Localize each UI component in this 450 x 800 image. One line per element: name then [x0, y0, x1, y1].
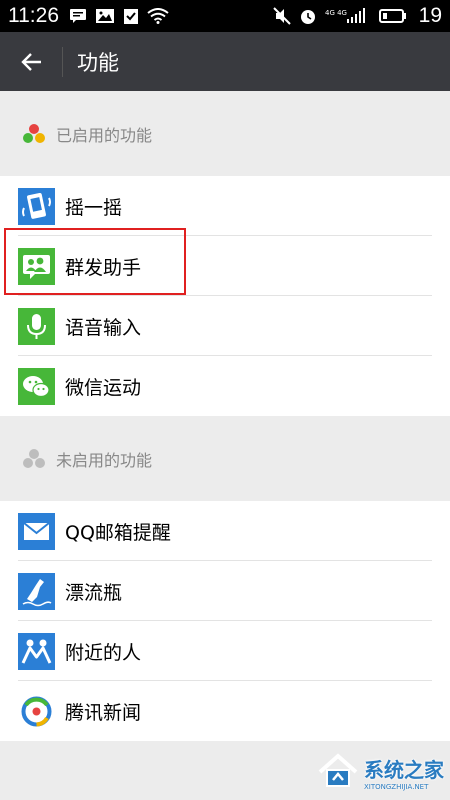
features-content: 已启用的功能 摇一摇 群发助手 语音输入 微信运动 未启用的功能 QQ邮箱提醒 …	[0, 91, 450, 800]
watermark-logo-icon	[316, 750, 360, 794]
disabled-section-title: 未启用的功能	[56, 450, 153, 470]
group-send-icon	[18, 247, 55, 285]
message-icon	[69, 8, 87, 24]
people-nearby-icon	[18, 632, 55, 670]
title-bar: 功能	[0, 32, 450, 91]
enabled-list: 摇一摇 群发助手 语音输入 微信运动	[0, 176, 450, 416]
mute-icon	[272, 7, 291, 25]
list-item-tencent-news[interactable]: 腾讯新闻	[0, 681, 450, 741]
list-item-label: 群发助手	[65, 256, 142, 279]
watermark-text: 系统之家	[364, 757, 444, 782]
list-item-label: 漂流瓶	[65, 581, 123, 604]
alarm-icon	[299, 7, 317, 25]
tri-dots-icon	[22, 122, 46, 146]
enabled-section-title: 已启用的功能	[56, 125, 153, 145]
microphone-icon	[18, 307, 55, 345]
list-item-label: 腾讯新闻	[65, 701, 142, 724]
status-time: 11:26	[8, 4, 59, 27]
status-bar: 11:26 4G 4G 19	[0, 0, 450, 32]
enabled-section-header: 已启用的功能	[0, 91, 450, 176]
battery-level: 19	[418, 4, 442, 27]
bottle-icon	[18, 572, 55, 610]
signal-icon: 4G 4G	[325, 7, 371, 25]
list-item-wechat-sport[interactable]: 微信运动	[0, 356, 450, 416]
watermark: 系统之家 XITONGZHIJIA.NET	[316, 750, 444, 794]
svg-text:4G 4G: 4G 4G	[325, 9, 347, 17]
list-item-label: QQ邮箱提醒	[65, 521, 171, 544]
image-icon	[95, 8, 115, 24]
back-button[interactable]	[0, 32, 62, 91]
list-item-label: 语音输入	[65, 316, 142, 339]
shake-icon	[18, 187, 55, 225]
list-item-group-send[interactable]: 群发助手	[0, 228, 450, 296]
tencent-news-icon	[18, 693, 55, 730]
list-item-label: 微信运动	[65, 376, 142, 399]
list-item-shake[interactable]: 摇一摇	[0, 176, 450, 236]
battery-icon	[378, 8, 407, 24]
disabled-list: QQ邮箱提醒 漂流瓶 附近的人 腾讯新闻	[0, 501, 450, 741]
list-item-label: 摇一摇	[65, 196, 123, 219]
list-item-people-nearby[interactable]: 附近的人	[0, 621, 450, 681]
watermark-subtext: XITONGZHIJIA.NET	[364, 782, 429, 791]
wifi-icon	[147, 8, 169, 24]
list-item-label: 附近的人	[65, 641, 142, 664]
tri-dots-grey-icon	[22, 447, 46, 471]
clipboard-check-icon	[123, 7, 139, 25]
toolbar-divider	[62, 46, 63, 77]
disabled-section-header: 未启用的功能	[0, 416, 450, 501]
page-title: 功能	[77, 50, 119, 75]
back-arrow-icon	[21, 52, 41, 71]
list-item-qq-mail[interactable]: QQ邮箱提醒	[0, 501, 450, 561]
list-item-voice-input[interactable]: 语音输入	[0, 296, 450, 356]
list-item-drift-bottle[interactable]: 漂流瓶	[0, 561, 450, 621]
mail-icon	[18, 512, 55, 550]
wechat-sport-icon	[18, 367, 55, 405]
